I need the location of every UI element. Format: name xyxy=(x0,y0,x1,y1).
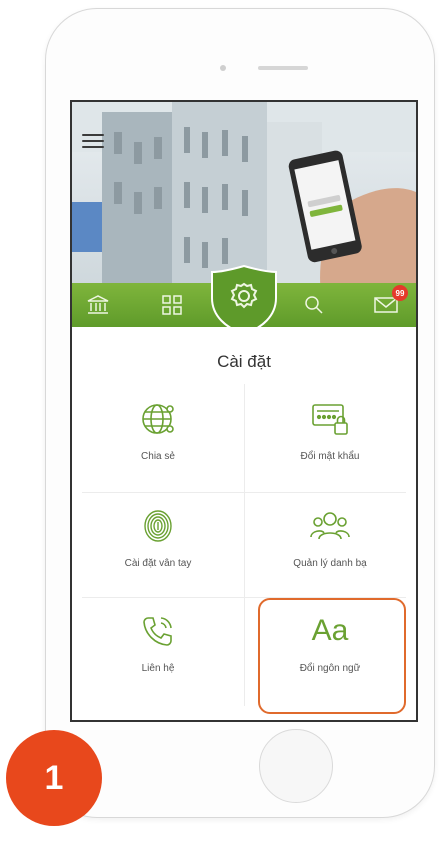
tile-label: Liên hệ xyxy=(141,663,175,674)
mail-icon[interactable]: 99 xyxy=(370,285,408,321)
phone-home-button[interactable] xyxy=(259,729,333,803)
tile-label: Chia sẻ xyxy=(141,451,175,462)
search-icon[interactable] xyxy=(298,289,330,321)
phone-speaker xyxy=(258,66,308,70)
app-screen: 99 Cài đặt Chia sẻ Đổi mật khẩu Cài đặt … xyxy=(70,100,418,722)
page-title: Cài đặt xyxy=(217,352,271,371)
tile-contacts[interactable]: Quản lý danh bạ xyxy=(250,494,410,594)
settings-nav-button[interactable] xyxy=(210,264,278,327)
tile-label: Quản lý danh bạ xyxy=(293,558,367,569)
tile-label: Đổi mật khẩu xyxy=(300,451,360,462)
highlight-box xyxy=(258,598,406,714)
tile-fingerprint[interactable]: Cài đặt vân tay xyxy=(78,494,238,594)
step-number-badge: 1 xyxy=(6,730,102,826)
hamburger-menu-button[interactable] xyxy=(82,134,104,152)
grid-divider-horizontal xyxy=(82,492,406,493)
bank-icon[interactable] xyxy=(82,289,114,321)
phone-camera xyxy=(220,65,226,71)
hero-banner: 99 xyxy=(72,102,416,327)
tile-change-password[interactable]: Đổi mật khẩu xyxy=(250,387,410,487)
tile-share[interactable]: Chia sẻ xyxy=(78,387,238,487)
contacts-icon xyxy=(250,508,410,544)
tile-label: Cài đặt vân tay xyxy=(124,558,192,569)
grid-icon[interactable] xyxy=(156,289,188,321)
mail-count-badge: 99 xyxy=(392,285,408,301)
password-lock-icon xyxy=(250,401,410,437)
tile-contact-us[interactable]: Liên hệ xyxy=(78,599,238,699)
fingerprint-icon xyxy=(78,508,238,544)
grid-divider-vertical xyxy=(244,384,245,706)
phone-icon xyxy=(78,613,238,649)
globe-share-icon xyxy=(78,401,238,437)
